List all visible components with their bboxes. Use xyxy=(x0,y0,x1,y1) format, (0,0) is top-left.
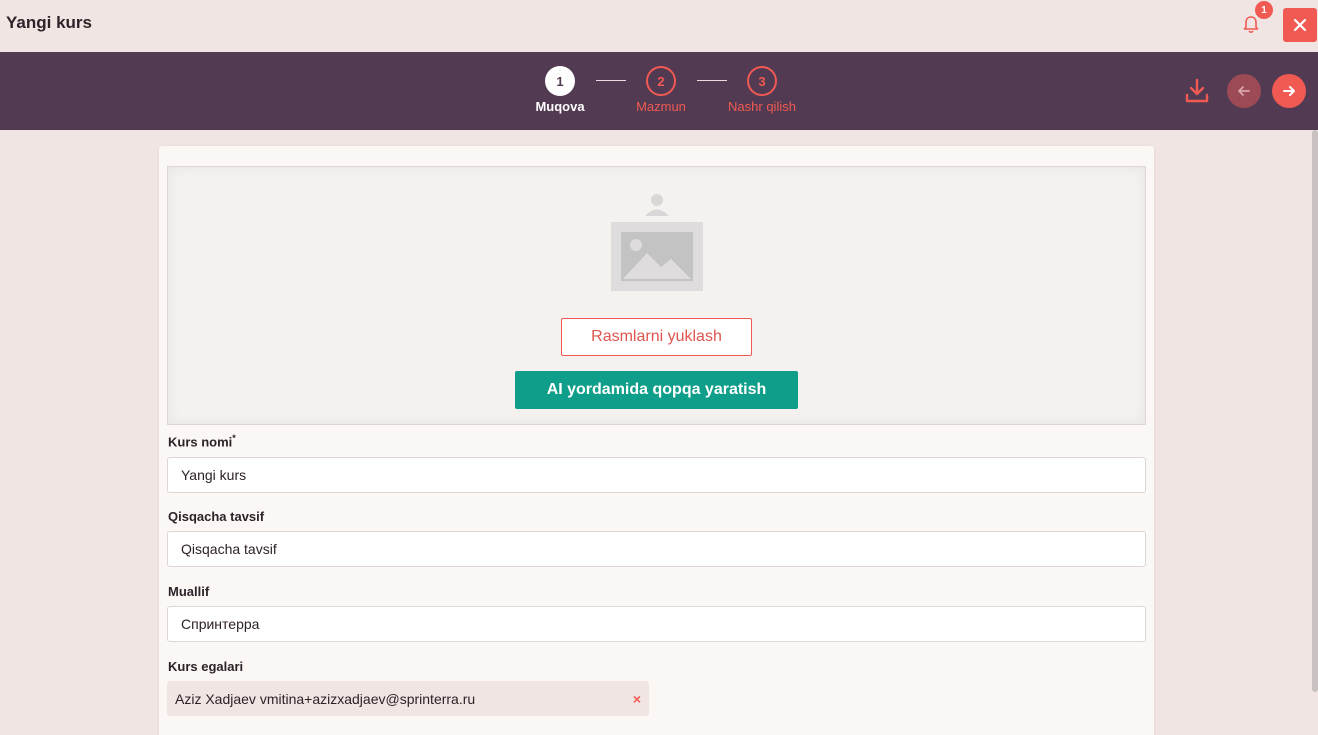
download-icon xyxy=(1185,78,1209,103)
step-publish[interactable]: 3 Nashr qilish xyxy=(717,66,807,114)
step-number: 1 xyxy=(545,66,575,96)
stepper-bar: 1 Muqova 2 Mazmun 3 Nashr qilish xyxy=(0,52,1318,130)
close-button[interactable] xyxy=(1283,8,1317,42)
download-button[interactable] xyxy=(1183,77,1211,105)
remove-owner-button[interactable]: × xyxy=(633,691,641,707)
owner-chip: Aziz Xadjaev vmitina+azizxadjaev@sprinte… xyxy=(167,681,649,716)
short-description-label: Qisqacha tavsif xyxy=(168,509,265,524)
course-name-input[interactable] xyxy=(167,457,1146,493)
notification-badge: 1 xyxy=(1255,1,1273,19)
step-number: 3 xyxy=(747,66,777,96)
owner-chip-text: Aziz Xadjaev vmitina+azizxadjaev@sprinte… xyxy=(175,690,476,707)
close-icon xyxy=(1293,18,1307,32)
previous-step-button[interactable] xyxy=(1227,74,1261,108)
scrollbar[interactable] xyxy=(1312,130,1318,692)
step-cover[interactable]: 1 Muqova xyxy=(515,66,605,114)
cover-upload-area[interactable]: Rasmlarni yuklash AI yordamida qopqa yar… xyxy=(167,166,1146,425)
author-label: Muallif xyxy=(168,584,210,599)
course-owners-label: Kurs egalari xyxy=(168,659,244,674)
upload-images-button[interactable]: Rasmlarni yuklash xyxy=(561,318,752,356)
short-description-input[interactable] xyxy=(167,531,1146,567)
step-content[interactable]: 2 Mazmun xyxy=(616,66,706,114)
author-input[interactable] xyxy=(167,606,1146,642)
bell-icon xyxy=(1243,16,1259,34)
next-step-button[interactable] xyxy=(1272,74,1306,108)
step-number: 2 xyxy=(646,66,676,96)
arrow-left-icon xyxy=(1238,86,1250,96)
page-title: Yangi kurs xyxy=(6,13,92,32)
course-form-card: Rasmlarni yuklash AI yordamida qopqa yar… xyxy=(159,146,1154,735)
course-name-label-text: Kurs nomi xyxy=(168,434,233,450)
course-name-label: Kurs nomi* xyxy=(168,433,236,449)
ai-generate-cover-button[interactable]: AI yordamida qopqa yaratish xyxy=(515,371,798,409)
step-label: Muqova xyxy=(535,99,585,114)
arrow-right-icon xyxy=(1283,86,1295,96)
step-label: Nashr qilish xyxy=(728,99,796,114)
step-label: Mazmun xyxy=(636,99,686,114)
image-placeholder-icon xyxy=(611,194,703,291)
required-mark: * xyxy=(232,433,236,443)
top-bar: Yangi kurs 1 xyxy=(0,0,1318,52)
